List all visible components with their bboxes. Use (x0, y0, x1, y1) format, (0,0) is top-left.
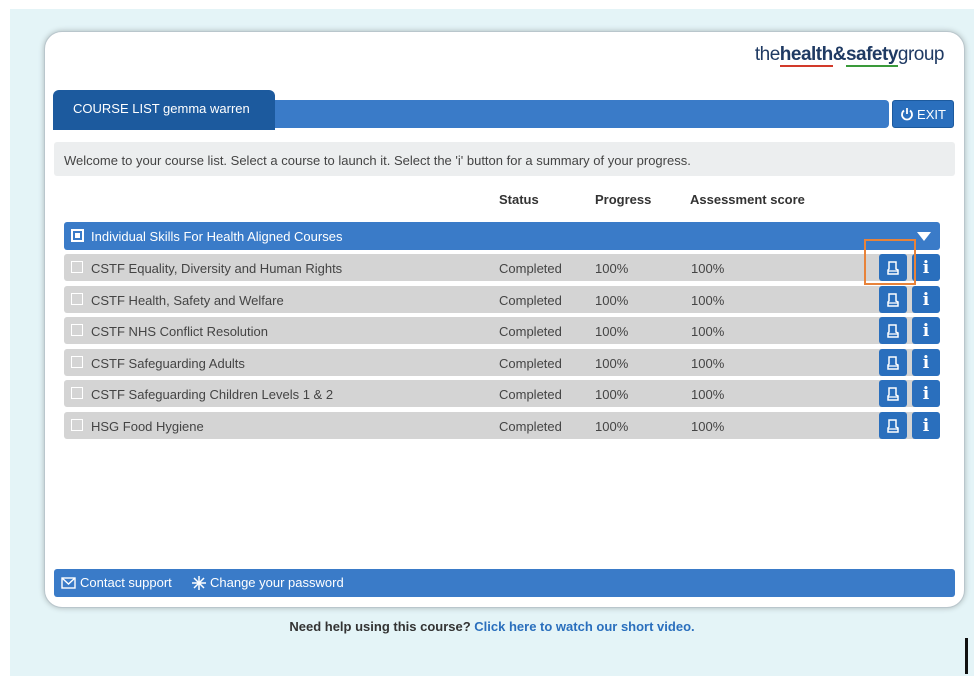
watch-video-link[interactable]: Click here to watch our short video. (474, 619, 694, 634)
certificate-button[interactable] (879, 412, 907, 439)
contact-support-label: Contact support (80, 575, 172, 590)
course-score: 100% (691, 387, 725, 402)
course-status: Completed (499, 324, 562, 339)
certificate-icon (887, 292, 899, 307)
course-status: Completed (499, 419, 562, 434)
triangle-down-icon[interactable] (917, 232, 931, 241)
welcome-message: Welcome to your course list. Select a co… (54, 142, 955, 176)
group-label: Individual Skills For Health Aligned Cou… (91, 229, 343, 244)
course-checkbox[interactable] (71, 324, 83, 336)
course-name[interactable]: CSTF Health, Safety and Welfare (91, 293, 284, 308)
course-row[interactable]: CSTF NHS Conflict Resolution Completed 1… (64, 317, 940, 344)
certificate-icon (887, 386, 899, 401)
info-button[interactable]: i (912, 380, 940, 407)
change-password-label: Change your password (210, 575, 344, 590)
course-status: Completed (499, 387, 562, 402)
asterisk-icon (192, 575, 206, 590)
help-footer: Need help using this course? Click here … (10, 619, 974, 634)
info-icon: i (922, 383, 930, 404)
brand-logo: thehealth&safetygroup (754, 44, 945, 67)
column-header-status: Status (499, 192, 539, 207)
course-progress: 100% (595, 356, 629, 371)
certificate-button[interactable] (879, 380, 907, 407)
course-name[interactable]: CSTF NHS Conflict Resolution (91, 324, 268, 339)
course-checkbox[interactable] (71, 293, 83, 305)
group-checkbox[interactable] (71, 229, 84, 242)
course-score: 100% (691, 356, 725, 371)
info-icon: i (922, 257, 930, 278)
info-icon: i (922, 415, 930, 436)
course-name[interactable]: CSTF Equality, Diversity and Human Right… (91, 261, 342, 276)
footer-bar: Contact support Change your password (54, 569, 955, 597)
info-icon: i (922, 352, 930, 373)
help-text: Need help using this course? (289, 619, 471, 634)
course-list-panel: thehealth&safetygroup COURSE LIST gemma … (44, 31, 965, 608)
course-checkbox[interactable] (71, 356, 83, 368)
course-list-tab: COURSE LIST gemma warren (53, 90, 275, 130)
course-name[interactable]: CSTF Safeguarding Adults (91, 356, 245, 371)
course-score: 100% (691, 324, 725, 339)
course-progress: 100% (595, 293, 629, 308)
exit-label: EXIT (917, 106, 946, 122)
certificate-icon (887, 323, 899, 338)
text-cursor (965, 638, 968, 674)
course-checkbox[interactable] (71, 387, 83, 399)
course-checkbox[interactable] (71, 419, 83, 431)
course-row[interactable]: CSTF Safeguarding Adults Completed 100% … (64, 349, 940, 376)
course-score: 100% (691, 261, 725, 276)
certificate-icon (887, 260, 899, 275)
info-button[interactable]: i (912, 286, 940, 313)
info-icon: i (922, 320, 930, 341)
column-header-progress: Progress (595, 192, 652, 207)
column-header-score: Assessment score (690, 192, 805, 207)
course-checkbox[interactable] (71, 261, 83, 273)
info-button[interactable]: i (912, 412, 940, 439)
course-status: Completed (499, 261, 562, 276)
certificate-button[interactable] (879, 349, 907, 376)
course-score: 100% (691, 293, 725, 308)
course-name[interactable]: HSG Food Hygiene (91, 419, 204, 434)
certificate-icon (887, 418, 899, 433)
course-progress: 100% (595, 261, 629, 276)
page-background: thehealth&safetygroup COURSE LIST gemma … (10, 9, 974, 676)
change-password-link[interactable]: Change your password (192, 575, 344, 590)
info-button[interactable]: i (912, 317, 940, 344)
course-group-header[interactable]: Individual Skills For Health Aligned Cou… (64, 222, 940, 250)
course-status: Completed (499, 356, 562, 371)
certificate-button[interactable] (879, 254, 907, 281)
course-progress: 100% (595, 324, 629, 339)
course-row[interactable]: HSG Food Hygiene Completed 100% 100% i (64, 412, 940, 439)
contact-support-link[interactable]: Contact support (61, 575, 172, 590)
info-button[interactable]: i (912, 349, 940, 376)
certificate-button[interactable] (879, 317, 907, 344)
course-progress: 100% (595, 419, 629, 434)
course-progress: 100% (595, 387, 629, 402)
envelope-icon (61, 576, 76, 589)
course-row[interactable]: CSTF Equality, Diversity and Human Right… (64, 254, 940, 281)
exit-button[interactable]: EXIT (892, 100, 954, 128)
course-status: Completed (499, 293, 562, 308)
course-row[interactable]: CSTF Health, Safety and Welfare Complete… (64, 286, 940, 313)
course-name[interactable]: CSTF Safeguarding Children Levels 1 & 2 (91, 387, 333, 402)
power-icon (901, 108, 913, 121)
certificate-icon (887, 355, 899, 370)
info-icon: i (922, 289, 930, 310)
certificate-button[interactable] (879, 286, 907, 313)
course-score: 100% (691, 419, 725, 434)
info-button[interactable]: i (912, 254, 940, 281)
course-row[interactable]: CSTF Safeguarding Children Levels 1 & 2 … (64, 380, 940, 407)
